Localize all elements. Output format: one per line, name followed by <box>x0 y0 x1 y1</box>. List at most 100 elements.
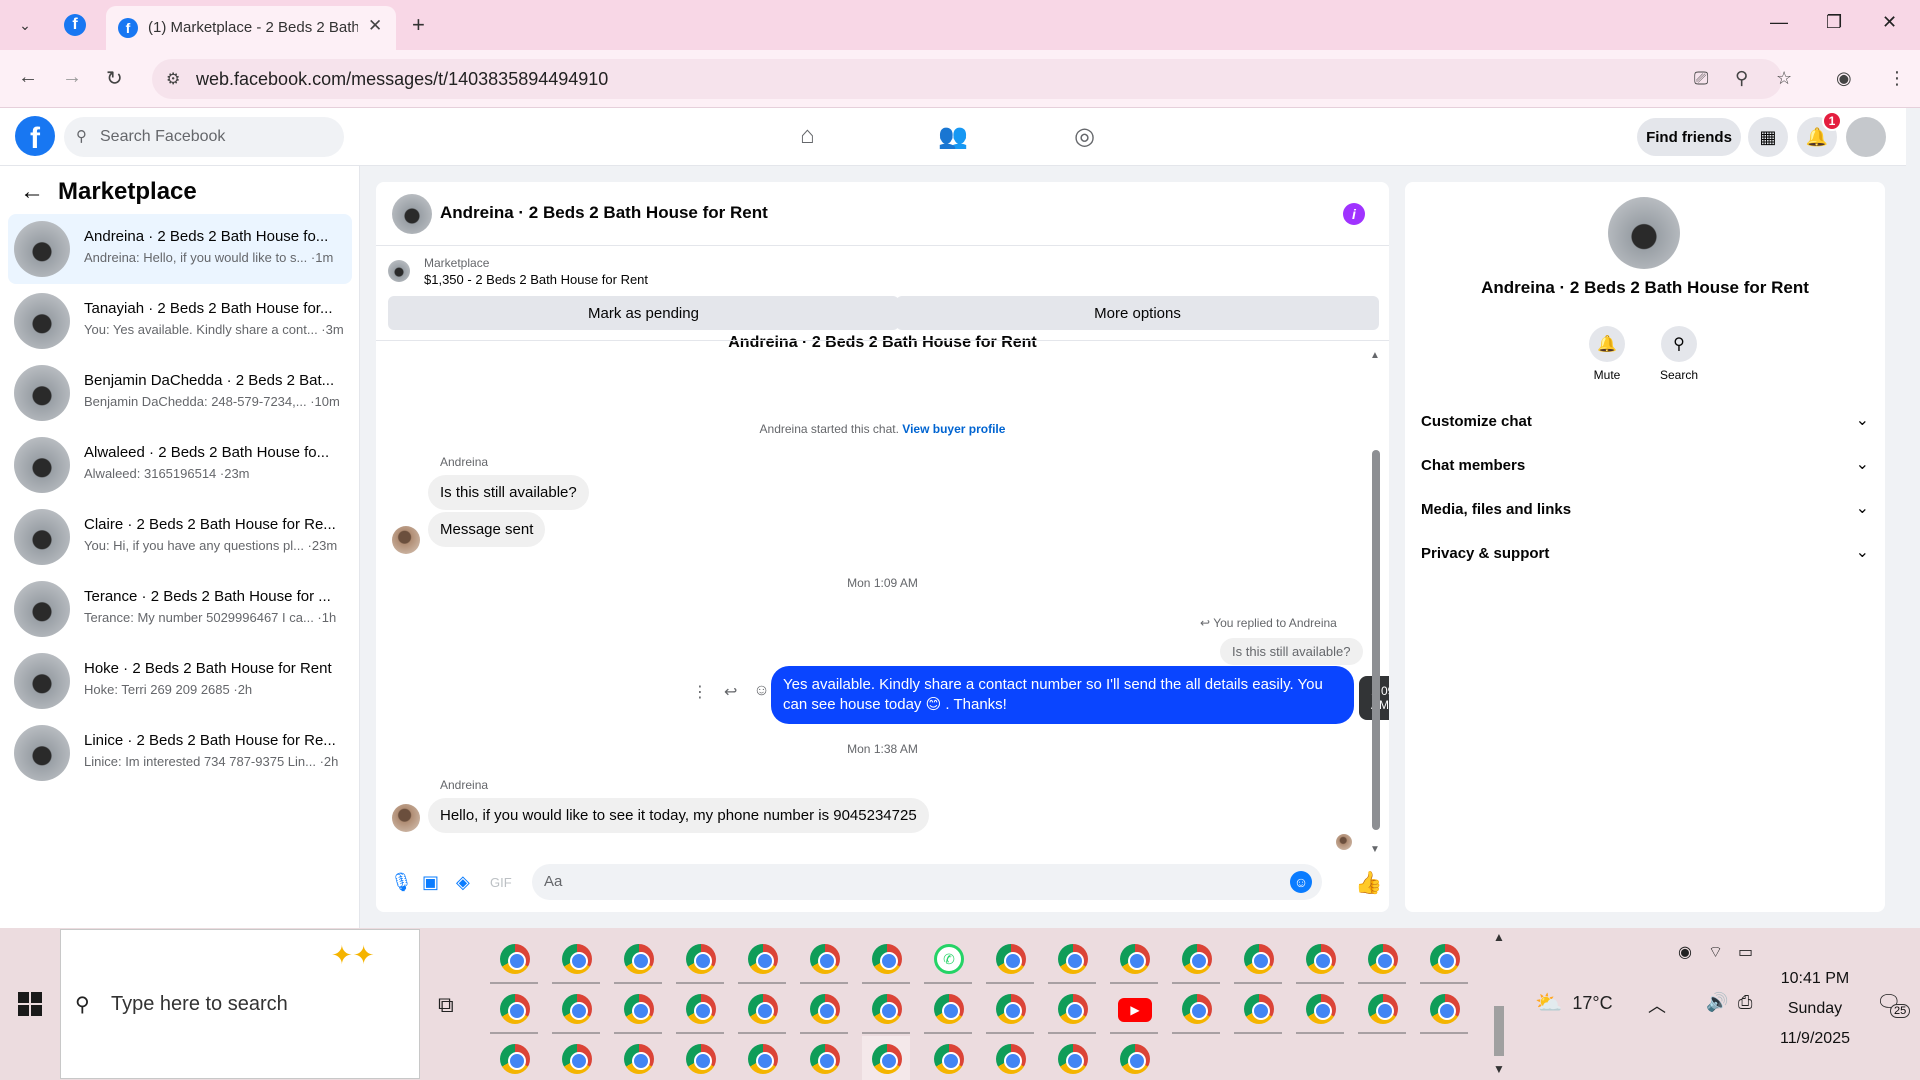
browser-menu-icon[interactable]: ⋮ <box>1888 68 1906 89</box>
chrome-app-icon[interactable] <box>924 1036 972 1080</box>
record-icon[interactable]: ◉ <box>1678 942 1692 962</box>
attach-photo-icon[interactable]: ▣ <box>422 872 439 893</box>
thumbs-up-icon[interactable]: 👍 <box>1355 870 1382 896</box>
profile-icon[interactable]: ◉ <box>1836 68 1852 89</box>
chrome-app-icon[interactable] <box>490 986 538 1034</box>
chrome-app-icon[interactable] <box>986 986 1034 1034</box>
chrome-app-icon[interactable] <box>1234 936 1282 984</box>
browser-tab-active[interactable]: f (1) Marketplace - 2 Beds 2 Bath ✕ <box>106 6 396 50</box>
chrome-app-icon[interactable] <box>1358 936 1406 984</box>
view-buyer-profile-link[interactable]: View buyer profile <box>902 422 1005 436</box>
chrome-app-icon[interactable] <box>614 986 662 1034</box>
listing-banner[interactable]: Marketplace $1,350 - 2 Beds 2 Bath House… <box>388 256 1378 287</box>
react-emoji-icon[interactable]: ☺ <box>753 682 769 702</box>
chrome-app-icon[interactable] <box>614 936 662 984</box>
chrome-app-icon[interactable] <box>1110 936 1158 984</box>
chrome-app-icon[interactable] <box>800 986 848 1034</box>
chrome-app-icon[interactable] <box>614 1036 662 1080</box>
conversation-item[interactable]: Benjamin DaChedda · 2 Beds 2 Bat... Benj… <box>8 358 352 428</box>
more-actions-icon[interactable]: ⋮ <box>692 682 708 702</box>
device-icon[interactable]: ⎙ <box>1738 992 1752 1013</box>
site-settings-icon[interactable]: ⚙ <box>166 69 180 89</box>
chrome-app-icon[interactable] <box>1420 936 1468 984</box>
page-scrollbar[interactable] <box>1906 108 1920 928</box>
system-clock[interactable]: 10:41 PM Sunday 11/9/2025 <box>1760 964 1870 1054</box>
mark-as-pending-button[interactable]: Mark as pending <box>388 296 899 330</box>
close-window-icon[interactable]: ✕ <box>1882 12 1897 33</box>
find-friends-button[interactable]: Find friends <box>1637 118 1741 156</box>
sender-avatar[interactable] <box>392 804 420 832</box>
info-icon[interactable]: i <box>1343 203 1365 225</box>
conversation-item[interactable]: Terance · 2 Beds 2 Bath House for ... Te… <box>8 574 352 644</box>
chrome-app-icon[interactable] <box>1296 986 1344 1034</box>
youtube-app-icon[interactable]: ▶ <box>1110 986 1158 1034</box>
reload-icon[interactable]: ↻ <box>106 66 123 91</box>
incoming-message[interactable]: Is this still available? <box>428 475 589 510</box>
facebook-search-input[interactable]: ⚲ Search Facebook <box>64 117 344 157</box>
privacy-support-row[interactable]: Privacy & support ⌄ <box>1421 536 1869 572</box>
outgoing-message[interactable]: Yes available. Kindly share a contact nu… <box>771 666 1354 724</box>
chrome-app-icon[interactable] <box>1296 936 1344 984</box>
conversation-item[interactable]: Alwaleed · 2 Beds 2 Bath House fo... Alw… <box>8 430 352 500</box>
chrome-app-icon[interactable] <box>1172 986 1220 1034</box>
chrome-app-icon[interactable] <box>862 936 910 984</box>
conversation-item[interactable]: Hoke · 2 Beds 2 Bath House for Rent Hoke… <box>8 646 352 716</box>
show-hidden-icons-chevron-icon[interactable]: ︿ <box>1648 992 1666 1018</box>
scroll-up-icon[interactable]: ▲ <box>1370 350 1380 361</box>
chrome-app-icon[interactable] <box>986 1036 1034 1080</box>
chrome-app-icon[interactable] <box>738 1036 786 1080</box>
chrome-app-icon[interactable] <box>676 1036 724 1080</box>
new-tab-button[interactable]: + <box>412 12 425 38</box>
weather-widget[interactable]: ⛅ 17°C <box>1535 990 1613 1016</box>
menu-grid-icon[interactable]: ▦ <box>1748 117 1788 157</box>
conversation-item[interactable]: Claire · 2 Beds 2 Bath House for Re... Y… <box>8 502 352 572</box>
restore-window-icon[interactable]: ❐ <box>1826 12 1842 33</box>
chrome-app-icon[interactable] <box>862 986 910 1034</box>
scroll-thumb[interactable] <box>1372 450 1380 830</box>
gif-icon[interactable]: GIF <box>490 875 512 890</box>
scroll-thumb[interactable] <box>1494 1006 1504 1056</box>
conversation-item[interactable]: Tanayiah · 2 Beds 2 Bath House for... Yo… <box>8 286 352 356</box>
zoom-icon[interactable]: ⚲ <box>1735 68 1748 89</box>
customize-chat-row[interactable]: Customize chat ⌄ <box>1421 404 1869 440</box>
chrome-app-icon[interactable] <box>552 986 600 1034</box>
chrome-app-icon[interactable] <box>676 986 724 1034</box>
microphone-icon[interactable]: 🎙 <box>390 872 413 893</box>
chat-avatar[interactable] <box>392 194 432 234</box>
chrome-app-icon[interactable] <box>1358 986 1406 1034</box>
taskbar-search-box[interactable]: ⚲ Type here to search ✦✦ <box>60 929 420 1079</box>
chrome-app-icon[interactable] <box>986 936 1034 984</box>
scroll-up-icon[interactable]: ▲ <box>1493 930 1505 944</box>
chat-title[interactable]: Andreina · 2 Beds 2 Bath House for Rent <box>440 203 768 223</box>
chrome-app-icon[interactable] <box>1234 986 1282 1034</box>
chat-members-row[interactable]: Chat members ⌄ <box>1421 448 1869 484</box>
close-tab-icon[interactable]: ✕ <box>368 16 382 36</box>
chat-scrollbar[interactable]: ▲ ▼ <box>1370 350 1382 855</box>
groups-icon[interactable]: ◎ <box>1074 122 1095 151</box>
chrome-app-icon[interactable] <box>552 936 600 984</box>
conversation-item[interactable]: Andreina · 2 Beds 2 Bath House fo... And… <box>8 214 352 284</box>
mute-button[interactable]: 🔔 Mute <box>1577 326 1637 382</box>
taskbar-scrollbar[interactable]: ▲ ▼ <box>1490 930 1508 1078</box>
scroll-down-icon[interactable]: ▼ <box>1493 1062 1505 1076</box>
forward-arrow-icon[interactable]: → <box>62 66 82 89</box>
chrome-app-icon[interactable] <box>1048 936 1096 984</box>
sender-avatar[interactable] <box>392 526 420 554</box>
chrome-app-icon[interactable] <box>552 1036 600 1080</box>
friends-icon[interactable]: 👥 <box>938 122 968 151</box>
listing-avatar[interactable] <box>1608 197 1680 269</box>
incoming-message[interactable]: Message sent <box>428 512 546 547</box>
incoming-message[interactable]: Hello, if you would like to see it today… <box>428 798 929 833</box>
tab-search-dropdown[interactable]: ⌄ <box>10 12 40 38</box>
emoji-picker-icon[interactable]: ☺ <box>1290 871 1312 893</box>
chrome-app-icon[interactable] <box>800 936 848 984</box>
sticker-icon[interactable]: ◈ <box>456 872 470 893</box>
chrome-app-icon[interactable] <box>676 936 724 984</box>
facebook-logo-icon[interactable]: f <box>15 116 55 156</box>
facebook-pinned-tab-icon[interactable]: f <box>64 14 86 36</box>
chrome-app-icon[interactable] <box>1048 986 1096 1034</box>
back-arrow-icon[interactable]: ← <box>18 66 38 89</box>
bookmark-star-icon[interactable]: ☆ <box>1776 68 1792 89</box>
chrome-app-icon[interactable] <box>490 1036 538 1080</box>
chrome-app-icon[interactable] <box>800 1036 848 1080</box>
